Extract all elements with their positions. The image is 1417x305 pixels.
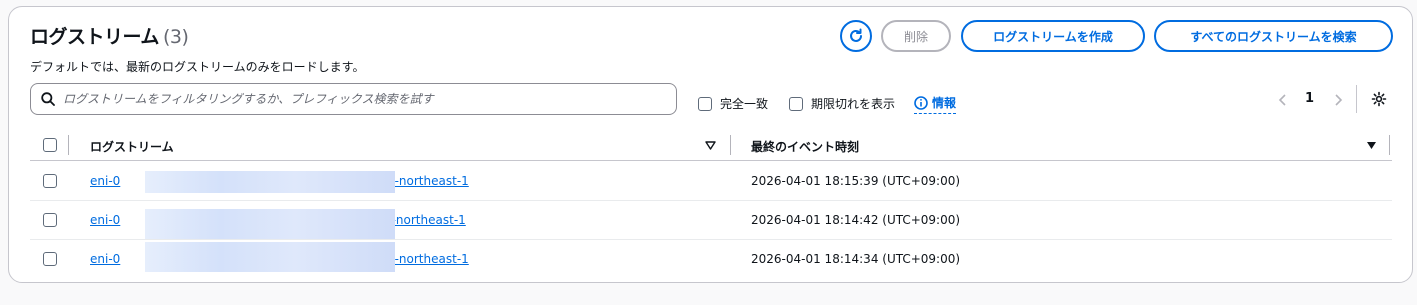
- page-title: ログストリーム (3): [30, 22, 189, 49]
- info-link[interactable]: 情報: [914, 94, 957, 114]
- row-checkbox[interactable]: [43, 213, 57, 227]
- sort-icon[interactable]: [705, 141, 716, 150]
- stream-count: (3): [162, 26, 189, 48]
- select-all-checkbox[interactable]: [43, 138, 57, 152]
- log-stream-prefix: eni-0: [90, 174, 121, 188]
- column-divider[interactable]: [1389, 135, 1390, 155]
- row-checkbox[interactable]: [43, 174, 57, 188]
- redacted-block: [145, 242, 395, 272]
- exact-match-label: 完全一致: [720, 97, 769, 111]
- chevron-right-icon[interactable]: [1333, 93, 1343, 107]
- log-streams-panel: ログストリーム (3) デフォルトでは、最新のログストリームのみをロードします。 …: [8, 6, 1413, 283]
- chevron-left-icon[interactable]: [1278, 93, 1288, 107]
- column-divider: [68, 135, 69, 155]
- search-input[interactable]: [63, 92, 663, 106]
- panel-description: デフォルトでは、最新のログストリームのみをロードします。: [30, 60, 365, 74]
- gear-icon[interactable]: [1371, 91, 1387, 107]
- table-header: ログストリーム 最終のイベント時刻: [30, 129, 1392, 161]
- row-checkbox[interactable]: [43, 252, 57, 266]
- current-page[interactable]: 1: [1305, 91, 1314, 106]
- create-log-stream-button[interactable]: ログストリームを作成: [961, 20, 1145, 52]
- exact-match-toggle[interactable]: 完全一致: [698, 95, 768, 112]
- delete-button[interactable]: 削除: [881, 20, 951, 52]
- redacted-block: [145, 171, 395, 193]
- refresh-icon: [850, 28, 862, 42]
- refresh-button[interactable]: [840, 20, 872, 52]
- search-all-log-streams-button[interactable]: すべてのログストリームを検索: [1154, 20, 1393, 52]
- info-label: 情報: [932, 96, 957, 110]
- search-icon: [41, 92, 55, 106]
- last-event-time: 2026-04-01 18:14:34 (UTC+09:00): [751, 252, 961, 266]
- info-icon: [914, 95, 928, 110]
- show-expired-checkbox[interactable]: [789, 96, 803, 111]
- last-event-time: 2026-04-01 18:14:42 (UTC+09:00): [751, 213, 961, 227]
- show-expired-label: 期限切れを表示: [811, 97, 896, 111]
- column-divider[interactable]: [730, 135, 731, 155]
- pager-divider: [1356, 85, 1357, 113]
- sort-descending-icon[interactable]: [1366, 141, 1377, 150]
- show-expired-toggle[interactable]: 期限切れを表示: [789, 95, 895, 112]
- title-text: ログストリーム: [30, 26, 159, 48]
- log-stream-prefix: eni-0: [90, 252, 121, 266]
- log-stream-prefix: eni-0: [90, 213, 121, 227]
- table-row: eni-0 -ap-northeast-1 2026-04-01 18:14:34…: [30, 240, 1392, 279]
- table-row: eni-0 -ap-northeast-1 2026-04-01 18:15:39…: [30, 162, 1392, 201]
- redacted-block: [145, 209, 395, 239]
- table-row: eni-0 -ap-northeast-1 2026-04-01 18:14:42…: [30, 201, 1392, 240]
- last-event-time: 2026-04-01 18:15:39 (UTC+09:00): [751, 174, 961, 188]
- column-header-last-event-time[interactable]: 最終のイベント時刻: [751, 138, 859, 155]
- column-header-log-stream[interactable]: ログストリーム: [90, 138, 174, 155]
- search-box: [30, 83, 677, 115]
- exact-match-checkbox[interactable]: [698, 96, 712, 111]
